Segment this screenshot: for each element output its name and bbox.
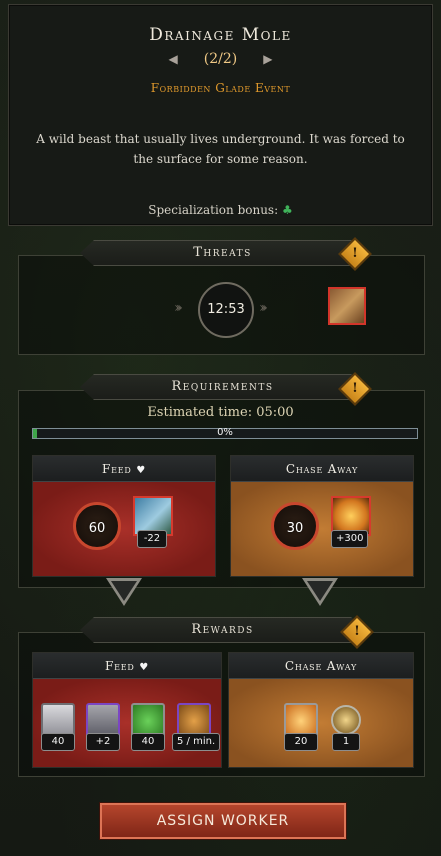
feed-worker-count: 60	[88, 521, 106, 536]
worker-ring-icon: 30	[271, 502, 319, 550]
chevron-left-icon: ›››	[174, 300, 183, 316]
feed-reward-body: 40 +2 40 5 / min.	[33, 679, 221, 767]
chase-reward-card: Chase Away 20 1	[228, 652, 414, 768]
worker-ring-icon: 60	[73, 502, 121, 550]
assign-worker-button[interactable]: ASSIGN WORKER	[100, 803, 346, 839]
rewards-title: Rewards	[191, 622, 254, 637]
feed-card-header: Feed ♥	[33, 456, 215, 482]
pager: ◀ (2/2) ▶	[9, 51, 432, 67]
chase-card-header: Chase Away	[231, 456, 413, 482]
chase-reward-header: Chase Away	[229, 653, 413, 679]
reward-count: 40	[41, 733, 75, 751]
feed-card-body: 60 -22	[33, 482, 215, 576]
feed-reward-header: Feed ♥	[33, 653, 221, 679]
spec-label: Specialization bonus:	[148, 203, 279, 217]
terrain-threat-icon[interactable]	[328, 287, 366, 325]
prev-arrow-icon[interactable]: ◀	[169, 52, 178, 66]
page-title: Drainage Mole	[149, 25, 292, 45]
progress-bar: 0%	[32, 427, 418, 439]
requirements-title: Requirements	[171, 379, 274, 394]
feed-card-title: Feed	[101, 462, 132, 476]
reward-count: 1	[332, 733, 360, 751]
next-arrow-icon[interactable]: ▶	[263, 52, 272, 66]
chase-resource-badge: +300	[331, 530, 369, 548]
estimated-time: Estimated time: 05:00	[147, 405, 294, 420]
threats-title: Threats	[193, 245, 252, 260]
chase-reward-body: 20 1	[229, 679, 413, 767]
rewards-ribbon: Rewards	[80, 617, 365, 643]
feed-resource-badge: -22	[137, 530, 167, 548]
chase-worker-count: 30	[286, 521, 304, 536]
feed-option-card[interactable]: Feed ♥ 60 -22	[32, 455, 216, 577]
heart-icon: ♥	[136, 465, 146, 476]
event-type: Forbidden Glade Event	[150, 81, 291, 95]
feed-reward-card: Feed ♥ 40 +2 40 5 / min.	[32, 652, 222, 768]
feed-reward-title: Feed	[104, 659, 135, 673]
specialization-bonus: Specialization bonus: ♣	[9, 203, 432, 217]
reward-count: 20	[284, 733, 318, 751]
chase-reward-title: Chase Away	[284, 659, 358, 673]
chase-card-body: 30 +300	[231, 482, 413, 576]
chase-card-title: Chase Away	[285, 462, 359, 476]
crown-item-icon[interactable]	[331, 705, 361, 735]
requirements-ribbon: Requirements	[80, 374, 365, 400]
heart-icon: ♥	[139, 662, 149, 673]
event-description: A wild beast that usually lives undergro…	[36, 132, 405, 166]
leaf-icon: ♣	[281, 203, 293, 217]
threats-ribbon: Threats	[80, 240, 365, 266]
chevron-right-icon: ›››	[259, 300, 268, 316]
chase-option-card[interactable]: Chase Away 30 +300	[230, 455, 414, 577]
reward-count: 5 / min.	[172, 733, 221, 751]
reward-count: 40	[131, 733, 165, 751]
threat-timer: 12:53	[198, 282, 254, 338]
progress-label: 0%	[217, 427, 233, 438]
pager-label: (2/2)	[203, 51, 238, 67]
reward-count: +2	[86, 733, 120, 751]
event-header: Drainage Mole ◀ (2/2) ▶ Forbidden Glade Ev…	[8, 4, 433, 226]
